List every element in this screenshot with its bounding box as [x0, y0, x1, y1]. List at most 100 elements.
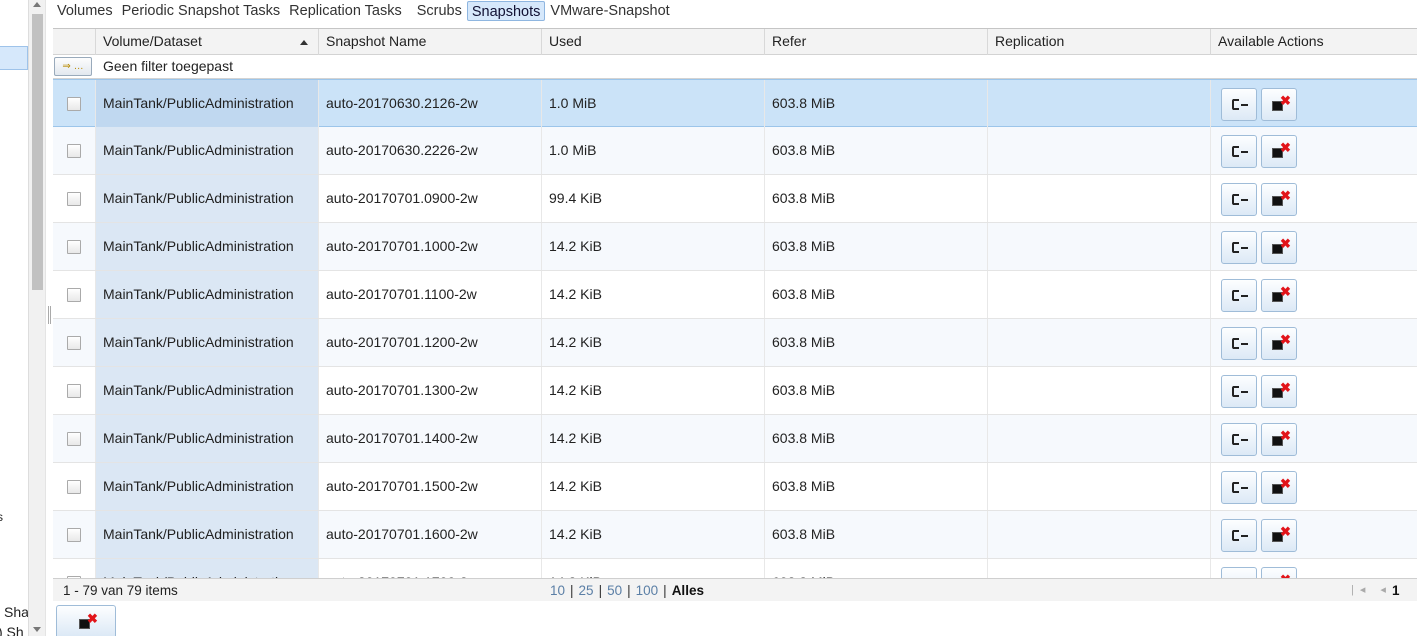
tab-scrubs[interactable]: Scrubs [413, 1, 466, 21]
column-header-volume-dataset[interactable]: Volume/Dataset [95, 29, 318, 55]
tab-volumes[interactable]: Volumes [53, 1, 117, 21]
tab-replication-tasks[interactable]: Replication Tasks [285, 1, 406, 21]
pager-item-count: 1 - 79 van 79 items [63, 583, 178, 598]
row-checkbox[interactable] [67, 336, 81, 350]
clone-snapshot-button[interactable] [1221, 88, 1257, 121]
page-size-separator: | [663, 583, 667, 598]
table-row[interactable]: MainTank/PublicAdministrationauto-201707… [53, 463, 1417, 511]
table-row[interactable]: MainTank/PublicAdministrationauto-201707… [53, 271, 1417, 319]
row-checkbox[interactable] [67, 97, 81, 111]
destroy-snapshot-button[interactable]: ✖ [1261, 279, 1297, 312]
delete-icon: ✖ [1272, 381, 1291, 399]
clone-icon [1231, 289, 1249, 303]
destroy-snapshot-button[interactable]: ✖ [1261, 88, 1297, 121]
cell-used: 99.4 KiB [541, 175, 764, 222]
destroy-snapshot-button[interactable]: ✖ [1261, 327, 1297, 360]
pager-prev-icons[interactable]: |◂ ◂ [1351, 583, 1392, 596]
destroy-snapshot-button[interactable]: ✖ [1261, 423, 1297, 456]
column-header-label: Snapshot Name [326, 33, 427, 49]
column-header-available-actions[interactable]: Available Actions [1210, 29, 1417, 55]
table-row[interactable]: MainTank/PublicAdministrationauto-201707… [53, 367, 1417, 415]
cell-replication [987, 511, 1210, 558]
column-header-snapshot-name[interactable]: Snapshot Name [318, 29, 541, 55]
cell-dataset: MainTank/PublicAdministration [95, 223, 318, 270]
left-nav-item-label[interactable]: ) Sh [0, 624, 24, 636]
scrollbar-thumb[interactable] [32, 14, 43, 290]
row-checkbox[interactable] [67, 432, 81, 446]
page-size-option-100[interactable]: 100 [636, 583, 659, 598]
clone-snapshot-button[interactable] [1221, 231, 1257, 264]
table-row[interactable]: MainTank/PublicAdministration auto-201706… [53, 127, 1417, 175]
page-size-option-alles[interactable]: Alles [672, 583, 704, 598]
destroy-selected-button[interactable]: ✖ [56, 605, 116, 636]
cell-refer: 603.8 MiB [764, 80, 987, 127]
column-header-refer[interactable]: Refer [764, 29, 987, 55]
destroy-snapshot-button[interactable]: ✖ [1261, 519, 1297, 552]
page-size-option-50[interactable]: 50 [607, 583, 622, 598]
cell-used: 14.2 KiB [541, 367, 764, 414]
destroy-snapshot-button[interactable]: ✖ [1261, 183, 1297, 216]
clone-snapshot-button[interactable] [1221, 471, 1257, 504]
column-header-used[interactable]: Used [541, 29, 764, 55]
cell-replication [987, 223, 1210, 270]
cell-refer: 603.8 MiB [764, 463, 987, 510]
delete-icon: ✖ [1272, 285, 1291, 303]
clone-snapshot-button[interactable] [1221, 423, 1257, 456]
clone-snapshot-button[interactable] [1221, 375, 1257, 408]
cell-available-actions: ✖ [1210, 415, 1417, 462]
row-checkbox[interactable] [67, 288, 81, 302]
filter-button[interactable]: ⇒ … [54, 57, 92, 76]
app-window: s Sha ) Sh Volumes Periodic Snapshot Task… [0, 0, 1417, 636]
destroy-snapshot-button[interactable]: ✖ [1261, 471, 1297, 504]
cell-refer: 603.8 MiB [764, 223, 987, 270]
table-row[interactable]: MainTank/PublicAdministrationauto-201707… [53, 559, 1417, 579]
clone-icon [1231, 481, 1249, 495]
column-header-label: Available Actions [1218, 33, 1324, 49]
clone-icon [1231, 529, 1249, 543]
clone-snapshot-button[interactable] [1221, 135, 1257, 168]
scroll-up-icon[interactable] [33, 2, 41, 7]
splitter-grip-icon[interactable] [48, 306, 51, 324]
tab-periodic-snapshot-tasks[interactable]: Periodic Snapshot Tasks [118, 1, 285, 21]
snapshots-grid: Volume/Dataset Snapshot Name Used Refer Repl… [53, 28, 1417, 601]
left-pane-scrollbar[interactable] [28, 0, 45, 636]
left-nav-selected-item[interactable] [0, 46, 28, 70]
table-row[interactable]: MainTank/PublicAdministrationauto-201707… [53, 175, 1417, 223]
clone-snapshot-button[interactable] [1221, 183, 1257, 216]
column-header-replication[interactable]: Replication [987, 29, 1210, 55]
row-checkbox[interactable] [67, 240, 81, 254]
page-size-option-10[interactable]: 10 [550, 583, 565, 598]
clone-snapshot-button[interactable] [1221, 519, 1257, 552]
row-checkbox[interactable] [67, 384, 81, 398]
clone-snapshot-button[interactable] [1221, 279, 1257, 312]
page-size-option-25[interactable]: 25 [579, 583, 594, 598]
sort-ascending-icon[interactable] [300, 40, 308, 45]
left-nav-item-label[interactable]: Sha [4, 604, 29, 620]
cell-name: auto-20170701.0900-2w [318, 175, 541, 222]
current-page-number[interactable]: 1 [1392, 583, 1400, 598]
row-checkbox[interactable] [67, 144, 81, 158]
cell-replication [987, 559, 1210, 579]
cell-refer: 603.8 MiB [764, 367, 987, 414]
table-row[interactable]: MainTank/PublicAdministrationauto-201707… [53, 415, 1417, 463]
destroy-snapshot-button[interactable]: ✖ [1261, 375, 1297, 408]
pane-splitter[interactable] [45, 0, 53, 636]
column-header-label: Replication [995, 33, 1065, 49]
row-checkbox[interactable] [67, 528, 81, 542]
table-row[interactable]: MainTank/PublicAdministration auto-201706… [53, 79, 1417, 127]
table-row[interactable]: MainTank/PublicAdministrationauto-201707… [53, 319, 1417, 367]
tab-snapshots[interactable]: Snapshots [466, 1, 546, 21]
destroy-snapshot-button[interactable]: ✖ [1261, 231, 1297, 264]
select-all-column-header[interactable] [53, 29, 95, 55]
left-nav-text: s [0, 510, 3, 524]
row-checkbox[interactable] [67, 192, 81, 206]
scroll-down-icon[interactable] [33, 627, 41, 632]
destroy-snapshot-button[interactable]: ✖ [1261, 135, 1297, 168]
tab-vmware-snapshot[interactable]: VMware-Snapshot [546, 1, 673, 21]
row-checkbox[interactable] [67, 480, 81, 494]
clone-snapshot-button[interactable] [1221, 327, 1257, 360]
cell-available-actions: ✖ [1210, 175, 1417, 222]
table-row[interactable]: MainTank/PublicAdministrationauto-201707… [53, 223, 1417, 271]
cell-dataset: MainTank/PublicAdministration [95, 319, 318, 366]
table-row[interactable]: MainTank/PublicAdministrationauto-201707… [53, 511, 1417, 559]
